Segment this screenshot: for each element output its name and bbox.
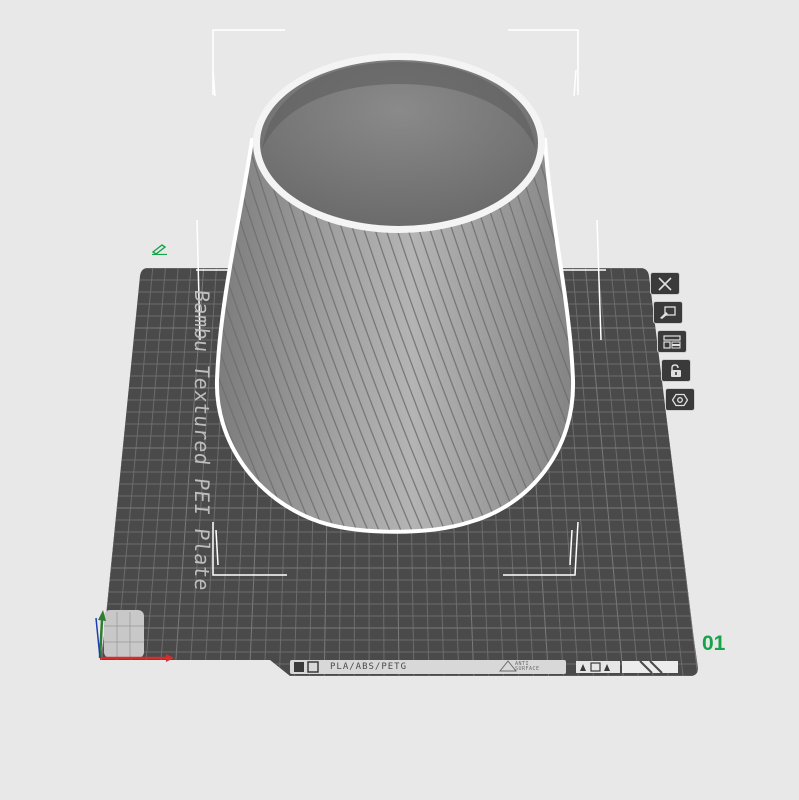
plate-settings-button[interactable]	[665, 388, 695, 411]
surface-label: ANTI SURFACE	[515, 661, 540, 672]
auto-orient-button[interactable]	[653, 301, 683, 324]
z-axis	[95, 617, 101, 659]
origin-corner	[104, 610, 144, 658]
arrange-icon	[663, 334, 681, 349]
edit-plate-name-icon[interactable]	[151, 240, 169, 259]
arrange-button[interactable]	[657, 330, 687, 353]
orient-icon	[660, 305, 676, 319]
filament-type-label: PLA/ABS/PETG	[330, 662, 408, 672]
close-plate-button[interactable]	[650, 272, 680, 295]
plate-number[interactable]: 01	[702, 632, 725, 656]
lock-plate-button[interactable]	[661, 359, 691, 382]
hex-settings-icon	[672, 393, 688, 406]
3d-viewport[interactable]: Bambu Textured PEI Plate 01 PLA/ABS/PETG…	[0, 0, 799, 800]
plate-name-label: Bambu Textured PEI Plate	[190, 288, 214, 593]
close-icon	[658, 276, 672, 291]
plate-toolbar	[650, 272, 700, 417]
unlock-icon	[671, 363, 681, 377]
